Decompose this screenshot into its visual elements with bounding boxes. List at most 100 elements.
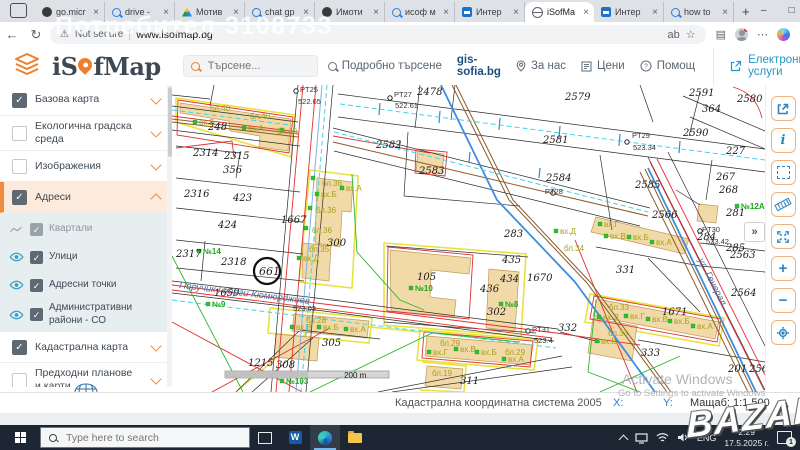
layer-item[interactable]: ✓Адреси (0, 182, 172, 213)
eye-icon[interactable] (8, 280, 24, 290)
notification-icon[interactable]: 1 (777, 431, 792, 444)
nav-prices[interactable]: Цени (581, 60, 625, 72)
eye-icon[interactable] (8, 310, 24, 320)
translate-icon[interactable]: ab (667, 29, 679, 41)
layer-item[interactable]: ✓Кадастрална карта (0, 332, 172, 363)
sublayer-item[interactable]: ✓Адресни точки (0, 271, 172, 299)
map-viewport[interactable]: 2482314231535623164234242317231816591667… (172, 85, 765, 392)
layer-checkbox[interactable]: ✓ (12, 190, 27, 205)
sublayer-checkbox[interactable]: ✓ (30, 223, 43, 236)
nav-about[interactable]: За нас (516, 60, 566, 72)
browser-tab[interactable]: drive -× (105, 2, 175, 22)
tab-close-icon[interactable]: × (373, 7, 379, 18)
tab-close-icon[interactable]: × (652, 7, 658, 18)
sublayer-checkbox[interactable]: ✓ (30, 251, 43, 264)
panel-collapse-button[interactable]: » (744, 222, 765, 242)
tab-close-icon[interactable]: × (93, 7, 99, 18)
tab-close-icon[interactable]: × (583, 7, 589, 18)
layer-item[interactable]: ✓Базова карта (0, 85, 172, 116)
layer-checkbox[interactable]: ✓ (12, 340, 27, 355)
map-label: №9 (212, 300, 226, 309)
favorite-star-icon[interactable]: ☆ (686, 28, 696, 41)
locate-button[interactable] (771, 320, 796, 345)
sublayer-item[interactable]: ✓Квартали (0, 215, 172, 243)
sublayer-checkbox[interactable]: ✓ (30, 308, 43, 321)
language-indicator[interactable]: ENG (697, 433, 717, 443)
word-taskbar-icon[interactable]: W (280, 425, 310, 450)
map-canvas[interactable]: 2482314231535623164234242317231816591667… (172, 85, 765, 392)
nav-help[interactable]: ?Помощ (640, 60, 695, 72)
sublayer-item[interactable]: ✓Административни райони - СО (0, 299, 172, 330)
layer-checkbox[interactable] (12, 126, 27, 141)
refresh-icon[interactable]: ↻ (24, 27, 48, 43)
sublayer-item[interactable]: ✓Улици (0, 243, 172, 271)
share-button[interactable] (771, 96, 796, 121)
nav-gis-sofia-link[interactable]: gis-sofia.bg (457, 54, 501, 78)
tab-menu-icon[interactable] (10, 3, 27, 18)
layer-item[interactable]: Изображения (0, 151, 172, 182)
speaker-icon[interactable] (677, 432, 689, 443)
chevron-down-icon[interactable] (150, 160, 161, 171)
select-area-button[interactable] (771, 160, 796, 185)
wifi-icon[interactable] (656, 432, 669, 443)
collections-icon[interactable]: ▤ (716, 28, 726, 41)
nav-detailed-search[interactable]: Подробно търсене (328, 60, 442, 72)
explorer-taskbar-icon[interactable] (340, 425, 370, 450)
network-icon[interactable] (635, 432, 648, 444)
zoom-in-button[interactable]: + (771, 256, 796, 281)
taskbar-clock[interactable]: 2:29 17.5.2025 г. (724, 427, 769, 447)
start-button[interactable] (0, 425, 40, 450)
tab-title: go.micr (56, 7, 89, 17)
tab-strip: go.micr×drive -×Мотив×chat gp×Имоти×исоф… (35, 2, 734, 22)
map-label: вх.Д (560, 227, 576, 236)
copilot-icon[interactable] (777, 28, 790, 41)
chevron-up-icon[interactable] (150, 193, 161, 204)
tab-close-icon[interactable]: × (233, 7, 239, 18)
chevron-down-icon[interactable] (150, 341, 161, 352)
layer-checkbox[interactable]: ✓ (12, 93, 27, 108)
chevron-down-icon[interactable] (150, 93, 161, 104)
browser-tab[interactable]: go.micr × (35, 2, 105, 22)
url-field[interactable]: ⚠ Not secure www.isofmap.bg ab ☆ (50, 25, 706, 44)
measure-button[interactable] (771, 192, 796, 217)
browser-tab[interactable]: how to× (664, 2, 734, 22)
layer-item[interactable]: Екологична градска среда (0, 116, 172, 151)
browser-tab[interactable]: chat gp× (245, 2, 315, 22)
tab-close-icon[interactable]: × (722, 7, 728, 18)
more-menu-icon[interactable]: ⋯ (757, 28, 768, 41)
polyline-icon[interactable] (8, 225, 24, 234)
browser-tab[interactable]: iSofMa× (525, 2, 594, 22)
layer-checkbox[interactable] (12, 159, 27, 174)
task-view-button[interactable] (250, 425, 280, 450)
maximize-button[interactable]: □ (778, 0, 800, 22)
browser-tab[interactable]: Мотив× (175, 2, 245, 22)
full-extent-button[interactable] (771, 224, 796, 249)
zoom-out-button[interactable]: − (771, 288, 796, 313)
browser-tab[interactable]: Интер× (455, 2, 525, 22)
profile-avatar[interactable] (735, 28, 748, 41)
statusbar-expand-icon[interactable] (776, 400, 789, 413)
taskbar-search[interactable] (40, 427, 250, 448)
edge-taskbar-icon[interactable] (310, 425, 340, 450)
isofmap-logo[interactable]: iSfMap (52, 52, 161, 81)
browser-tab[interactable]: Имоти× (315, 2, 385, 22)
tab-close-icon[interactable]: × (303, 7, 309, 18)
sublayer-checkbox[interactable]: ✓ (30, 279, 43, 292)
tab-close-icon[interactable]: × (513, 7, 519, 18)
back-icon[interactable]: ← (0, 27, 24, 42)
layers-icon[interactable] (14, 53, 40, 80)
taskbar-search-input[interactable] (64, 431, 218, 445)
browser-tab[interactable]: исоф м× (385, 2, 455, 22)
tab-close-icon[interactable]: × (163, 7, 169, 18)
info-button[interactable]: i (771, 128, 796, 153)
chevron-down-icon[interactable] (150, 126, 161, 137)
tab-close-icon[interactable]: × (443, 7, 449, 18)
nav-eservices[interactable]: Електронни услуги (713, 47, 800, 85)
tray-expand-icon[interactable] (618, 434, 628, 444)
eye-icon[interactable] (8, 252, 24, 262)
search-input[interactable] (206, 59, 310, 73)
new-tab-button[interactable]: + (742, 4, 750, 19)
minimize-button[interactable]: – (750, 0, 778, 22)
browser-tab[interactable]: Интер× (594, 2, 664, 22)
map-search-box[interactable] (183, 55, 318, 77)
